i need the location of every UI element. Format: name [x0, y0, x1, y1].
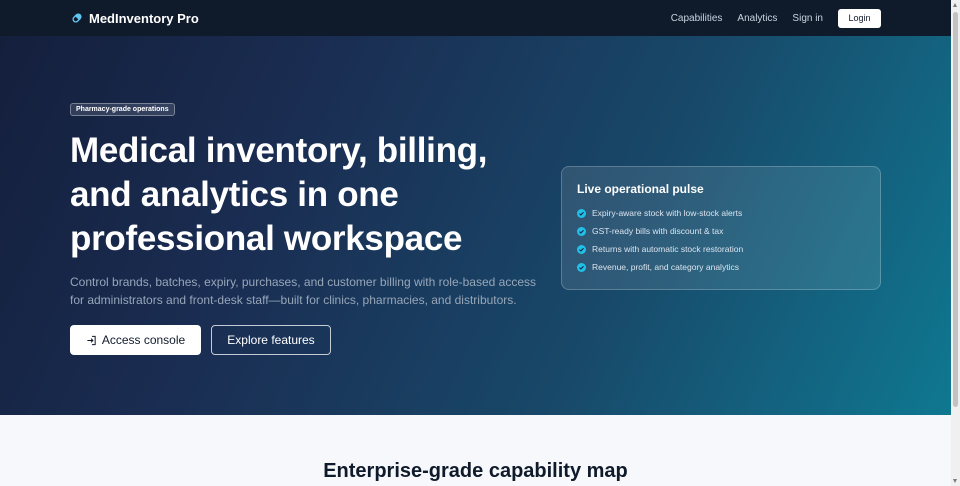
pulse-item-text: Expiry-aware stock with low-stock alerts — [592, 208, 743, 218]
section-title: Enterprise-grade capability map — [323, 460, 628, 482]
check-circle-icon — [577, 262, 586, 272]
scroll-down-icon[interactable] — [953, 479, 957, 483]
pulse-title: Live operational pulse — [577, 182, 704, 196]
check-circle-icon — [577, 226, 586, 236]
pulse-item-text: GST-ready bills with discount & tax — [592, 226, 724, 236]
page-scrollbar[interactable] — [951, 0, 960, 486]
scroll-up-icon[interactable] — [953, 3, 957, 7]
live-pulse-card: Live operational pulse Expiry-aware stoc… — [561, 166, 881, 290]
pulse-item: Revenue, profit, and category analytics — [577, 258, 865, 276]
access-console-label: Access console — [101, 333, 186, 347]
hero-headline: Medical inventory, billing, and analytic… — [70, 131, 488, 258]
brand-logo[interactable]: MedInventory Pro — [70, 11, 199, 26]
access-console-button[interactable]: Access console — [70, 325, 201, 355]
pill-capsule-icon — [70, 11, 84, 25]
pulse-item-text: Revenue, profit, and category analytics — [592, 262, 739, 272]
scroll-thumb[interactable] — [953, 12, 958, 407]
hero-badge: Pharmacy-grade operations — [70, 103, 175, 116]
check-circle-icon — [577, 244, 586, 254]
pulse-item: GST-ready bills with discount & tax — [577, 222, 865, 240]
check-circle-icon — [577, 208, 586, 218]
brand-name: MedInventory Pro — [89, 10, 199, 26]
hero-subtext: Control brands, batches, expiry, purchas… — [70, 275, 537, 307]
login-arrow-icon — [86, 335, 97, 346]
pulse-item-text: Returns with automatic stock restoration — [592, 244, 744, 254]
explore-features-button[interactable]: Explore features — [211, 325, 331, 355]
pulse-item: Expiry-aware stock with low-stock alerts — [577, 204, 865, 222]
pulse-item: Returns with automatic stock restoration — [577, 240, 865, 258]
login-button[interactable]: Login — [838, 8, 881, 28]
hero-section: Pharmacy-grade operations Medical invent… — [0, 36, 951, 415]
top-navbar: MedInventory Pro Capabilities Analytics … — [0, 0, 951, 36]
nav-link-capabilities[interactable]: Capabilities — [671, 13, 723, 24]
nav-links: Capabilities Analytics Sign in Login — [656, 8, 881, 28]
nav-link-sign-in[interactable]: Sign in — [792, 13, 823, 24]
nav-link-analytics[interactable]: Analytics — [737, 13, 777, 24]
